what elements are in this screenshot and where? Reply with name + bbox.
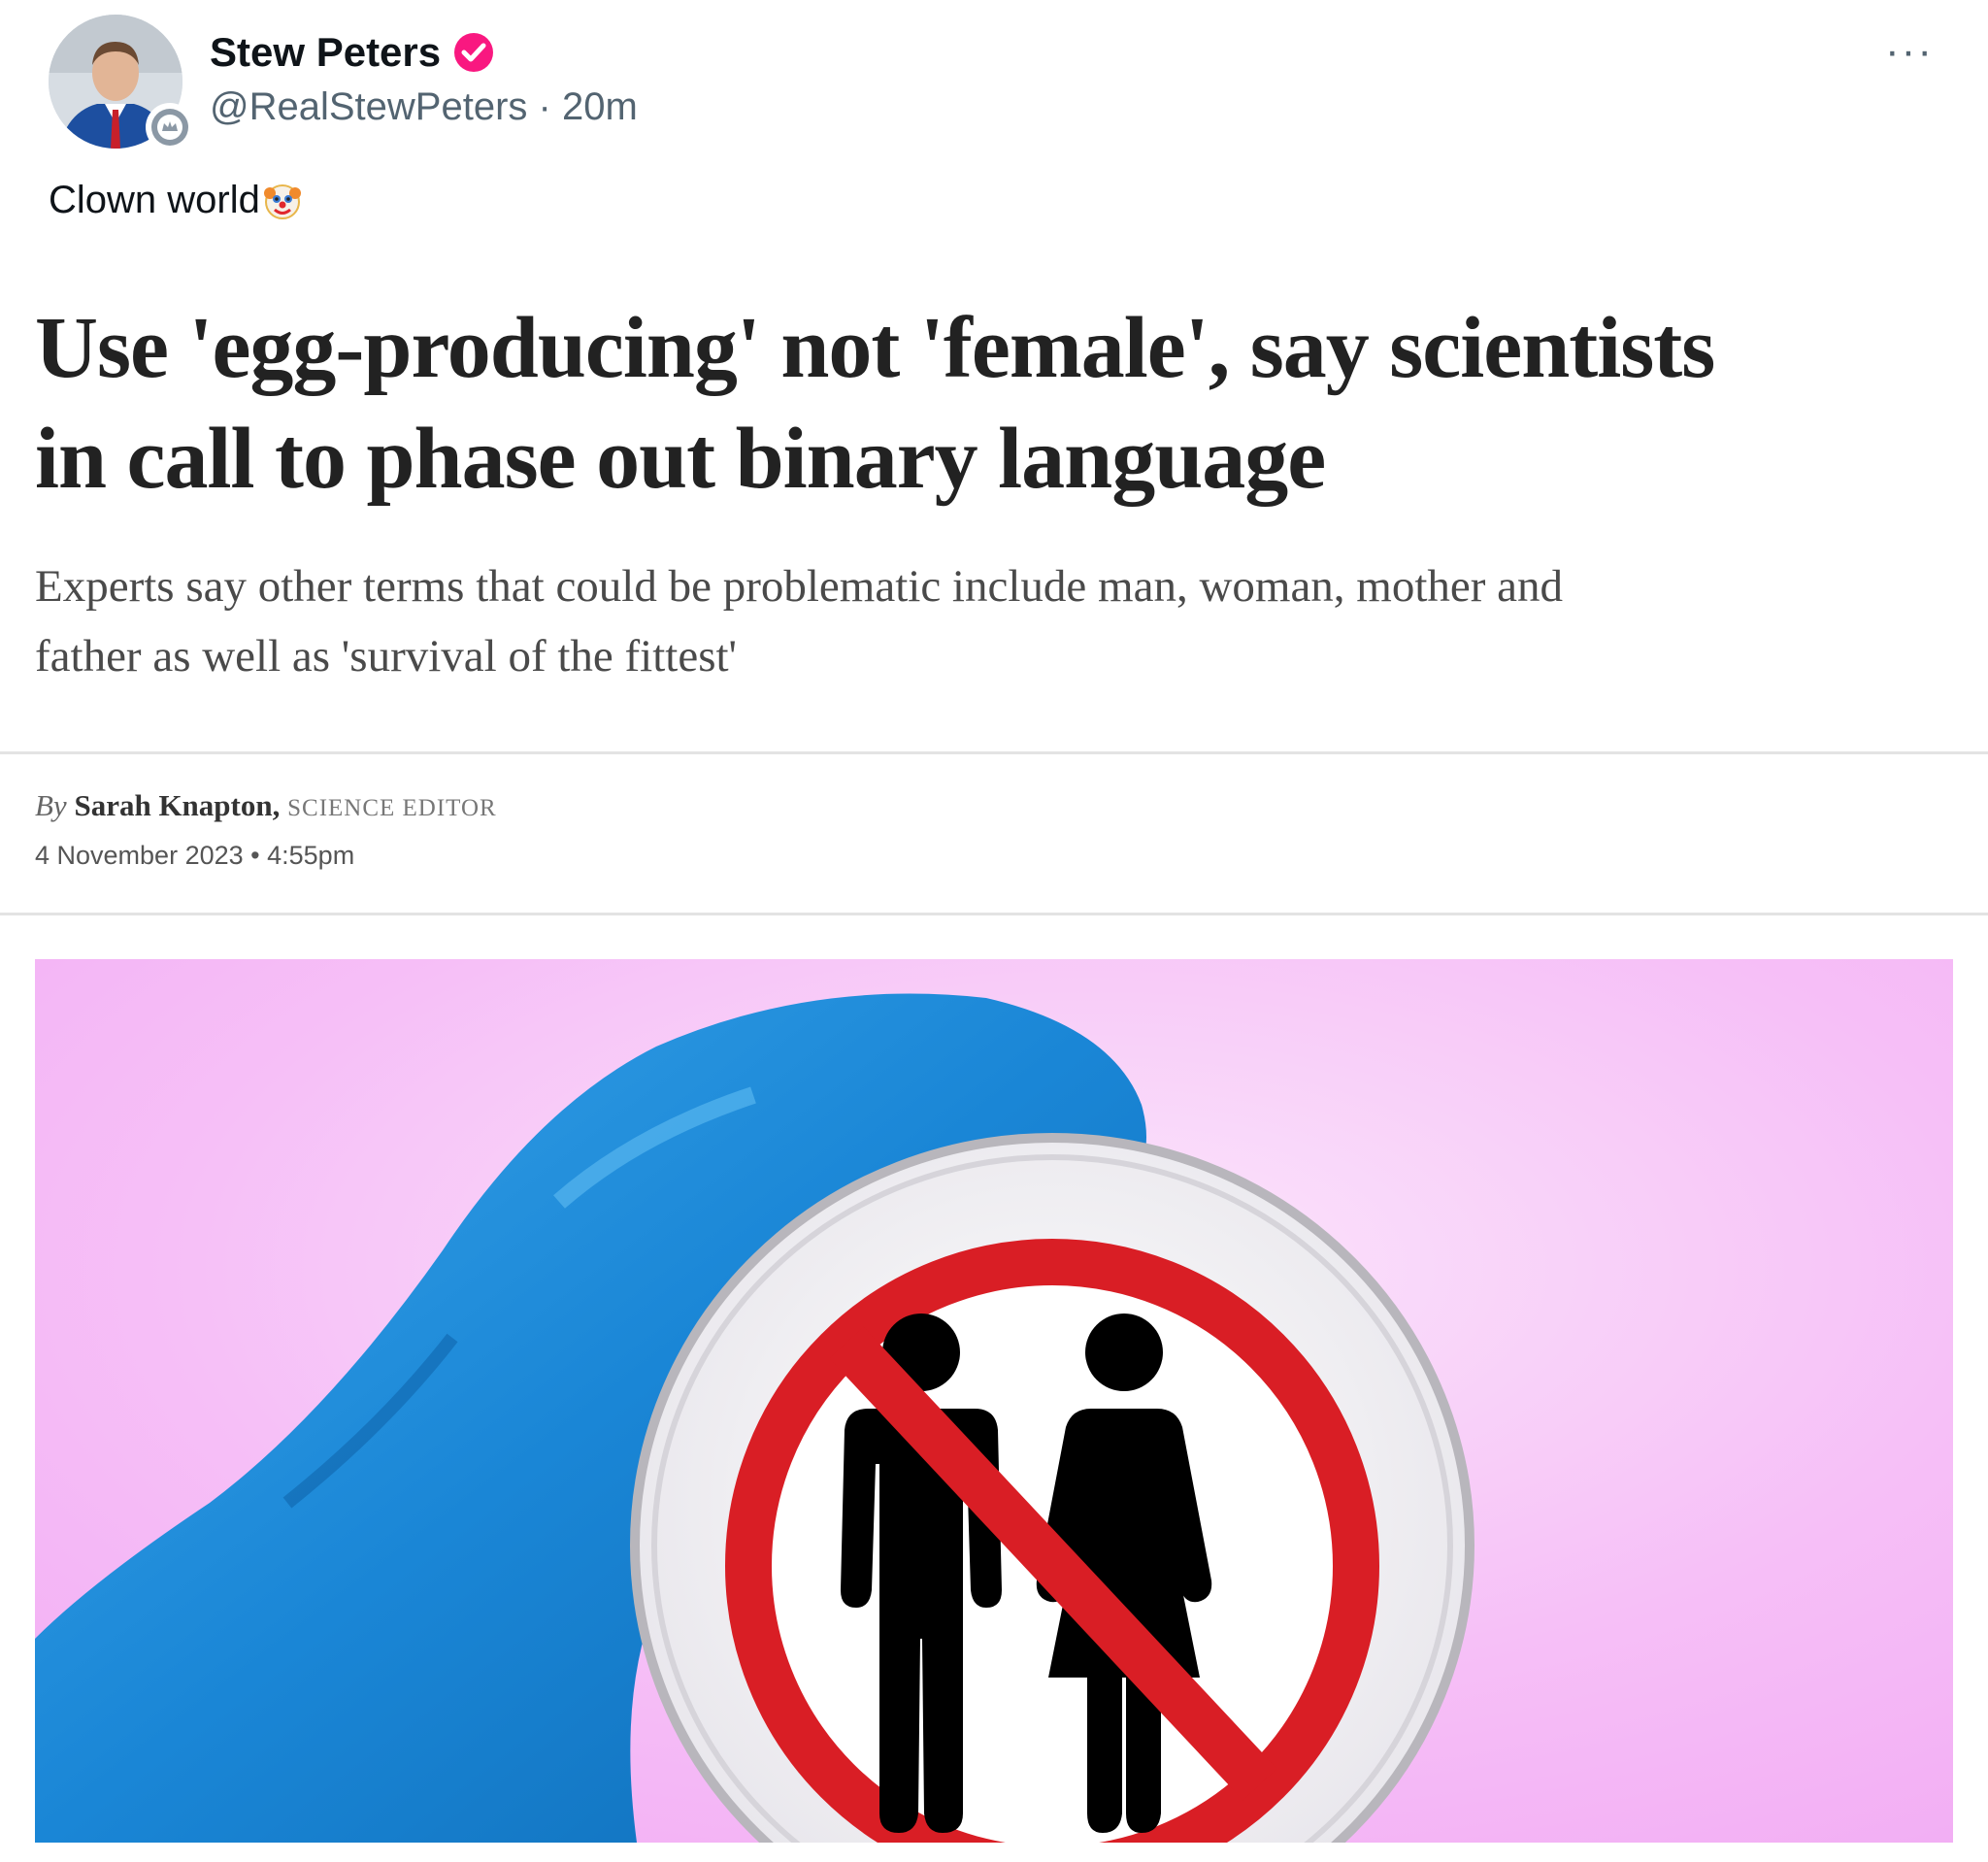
community-badge-icon	[148, 105, 192, 150]
clown-face-icon	[263, 183, 301, 219]
gloved-hand-petri-dish-illustration	[35, 959, 1953, 1843]
headline-line-1: Use 'egg-producing' not 'female', say sc…	[35, 300, 1715, 396]
post-text-content: Clown world	[49, 179, 260, 221]
handle-row: @RealStewPeters · 20m	[210, 85, 638, 129]
article-standfirst: Experts say other terms that could be pr…	[35, 551, 1918, 691]
article-dateline: 4 November 2023 • 4:55pm	[35, 841, 354, 871]
author-name[interactable]: Stew Peters	[210, 29, 441, 76]
handle-separator: ·	[538, 85, 551, 128]
article-time: 4:55pm	[267, 841, 355, 870]
standfirst-line-1: Experts say other terms that could be pr…	[35, 561, 1564, 612]
standfirst-line-2: father as well as 'survival of the fitte…	[35, 631, 738, 682]
divider-top	[0, 751, 1988, 754]
date-separator: •	[250, 841, 260, 870]
byline-author: Sarah Knapton,	[74, 788, 281, 822]
article-headline: Use 'egg-producing' not 'female', say sc…	[35, 293, 1938, 515]
post-time[interactable]: 20m	[562, 85, 638, 128]
author-handle[interactable]: @RealStewPeters	[210, 85, 527, 128]
post-text: Clown world	[49, 179, 303, 222]
article-byline: By Sarah Knapton, SCIENCE EDITOR	[35, 788, 497, 823]
byline-role: SCIENCE EDITOR	[287, 795, 497, 821]
headline-line-2: in call to phase out binary language	[35, 411, 1326, 507]
more-options-button[interactable]: ···	[1885, 27, 1934, 76]
article-lead-image[interactable]	[35, 959, 1953, 1843]
divider-bottom	[0, 913, 1988, 915]
verified-badge-icon	[454, 33, 494, 72]
article-date: 4 November 2023	[35, 841, 244, 870]
author-name-row: Stew Peters	[210, 29, 495, 76]
byline-prefix: By	[35, 788, 67, 822]
